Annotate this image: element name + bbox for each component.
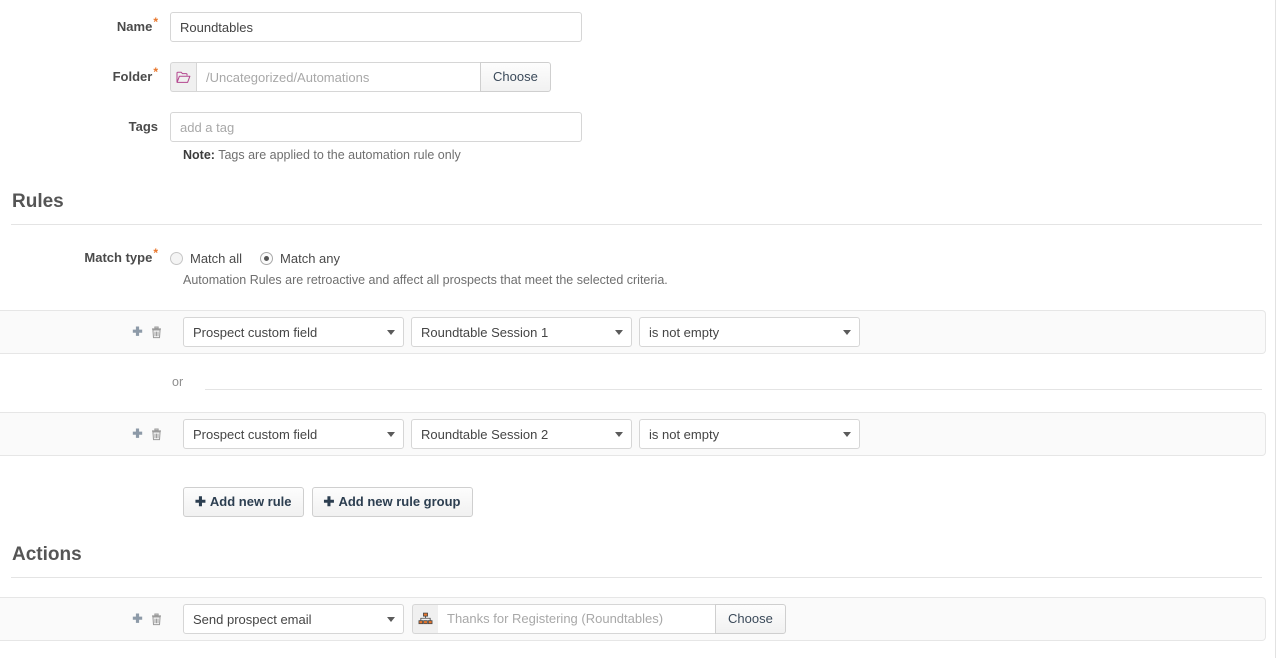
tags-note-prefix: Note: [183,148,215,162]
rule-connector-label: or [172,375,184,389]
actions-divider [11,577,1262,578]
tags-field-row: Tags [0,112,582,142]
rule-field-type-value: Prospect custom field [193,426,318,442]
plus-icon[interactable] [130,427,145,442]
plus-icon[interactable] [130,612,145,627]
actions-heading: Actions [12,544,82,565]
trash-icon[interactable] [149,427,164,442]
tags-note: Note: Tags are applied to the automation… [183,148,461,162]
chevron-down-icon [387,617,395,622]
plus-icon[interactable] [130,325,145,340]
rule-row-icons [130,427,164,442]
add-new-rule-button[interactable]: ✚ Add new rule [183,487,304,517]
rule-field-type-select[interactable]: Prospect custom field [183,419,404,449]
actions-section-header: Actions [11,544,1262,578]
tags-note-text: Tags are applied to the automation rule … [218,148,461,162]
add-new-rule-group-button[interactable]: ✚ Add new rule group [311,487,473,517]
folder-input-group: Choose [170,62,551,92]
action-row: Send prospect email Thanks for Registeri… [0,597,1266,641]
rule-row-icons [130,325,164,340]
match-type-label-text: Match type [84,250,153,265]
action-choose-button[interactable]: Choose [715,604,786,634]
name-label: Name* [0,12,170,42]
rules-divider [11,224,1262,225]
match-type-description: Automation Rules are retroactive and aff… [183,273,668,287]
action-type-select[interactable]: Send prospect email [183,604,404,634]
folder-label-text: Folder [112,69,153,84]
match-any-radio[interactable] [260,251,274,265]
rule-field-type-value: Prospect custom field [193,324,318,340]
action-row-icons [130,612,164,627]
rule-field-name-select[interactable]: Roundtable Session 1 [411,317,632,347]
required-asterisk: * [153,14,158,29]
rule-operator-value: is not empty [649,426,720,442]
tags-label: Tags [0,112,170,142]
action-asset-group: Thanks for Registering (Roundtables) Cho… [412,604,786,634]
name-label-text: Name [116,19,153,34]
rule-field-name-value: Roundtable Session 2 [421,426,549,442]
match-type-label: Match type* [0,243,170,273]
sitemap-icon [412,604,438,634]
match-all-label: Match all [190,250,243,266]
action-type-value: Send prospect email [193,611,312,627]
chevron-down-icon [615,432,623,437]
chevron-down-icon [387,432,395,437]
rule-operator-value: is not empty [649,324,720,340]
rule-row: Prospect custom field Roundtable Session… [0,412,1266,456]
open-folder-icon [170,62,196,92]
folder-field-row: Folder* Choose [0,62,551,92]
match-all-option[interactable]: Match all [170,251,242,266]
match-any-option[interactable]: Match any [260,251,340,266]
trash-icon[interactable] [149,325,164,340]
name-input[interactable] [170,12,582,42]
chevron-down-icon [843,330,851,335]
folder-choose-button[interactable]: Choose [480,62,551,92]
rule-connector-line [205,389,1262,390]
automation-rule-form: Name* Folder* Choose Tags [0,0,1276,658]
chevron-down-icon [387,330,395,335]
match-type-row: Match type* Match all Match any [0,243,358,273]
plus-glyph: ✚ [195,494,206,509]
match-type-description-text: Automation Rules are retroactive and aff… [183,273,668,287]
required-asterisk: * [153,245,158,260]
rule-operator-select[interactable]: is not empty [639,317,860,347]
chevron-down-icon [615,330,623,335]
chevron-down-icon [843,432,851,437]
tags-field-wrap [170,112,582,142]
name-field-wrap [170,12,582,42]
required-asterisk: * [153,64,158,79]
rule-field-name-select[interactable]: Roundtable Session 2 [411,419,632,449]
trash-icon[interactable] [149,612,164,627]
rule-field-type-select[interactable]: Prospect custom field [183,317,404,347]
rule-action-buttons: ✚ Add new rule ✚ Add new rule group [183,487,473,517]
plus-glyph: ✚ [323,494,335,509]
add-new-rule-label: Add new rule [209,494,292,509]
tags-input[interactable] [170,112,582,142]
rule-row: Prospect custom field Roundtable Session… [0,310,1266,354]
match-any-label: Match any [280,250,341,266]
rule-field-name-value: Roundtable Session 1 [421,324,549,340]
match-all-radio[interactable] [170,251,183,265]
folder-label: Folder* [0,62,170,92]
rules-section-header: Rules [11,191,1262,225]
rule-operator-select[interactable]: is not empty [639,419,860,449]
tags-label-text: Tags [128,119,158,134]
add-new-rule-group-label: Add new rule group [338,494,461,509]
rules-heading: Rules [12,191,64,212]
action-asset-input[interactable]: Thanks for Registering (Roundtables) [438,604,715,634]
name-field-row: Name* [0,12,582,42]
folder-path-input[interactable] [196,62,480,92]
match-type-radio-group: Match all Match any [170,243,358,273]
